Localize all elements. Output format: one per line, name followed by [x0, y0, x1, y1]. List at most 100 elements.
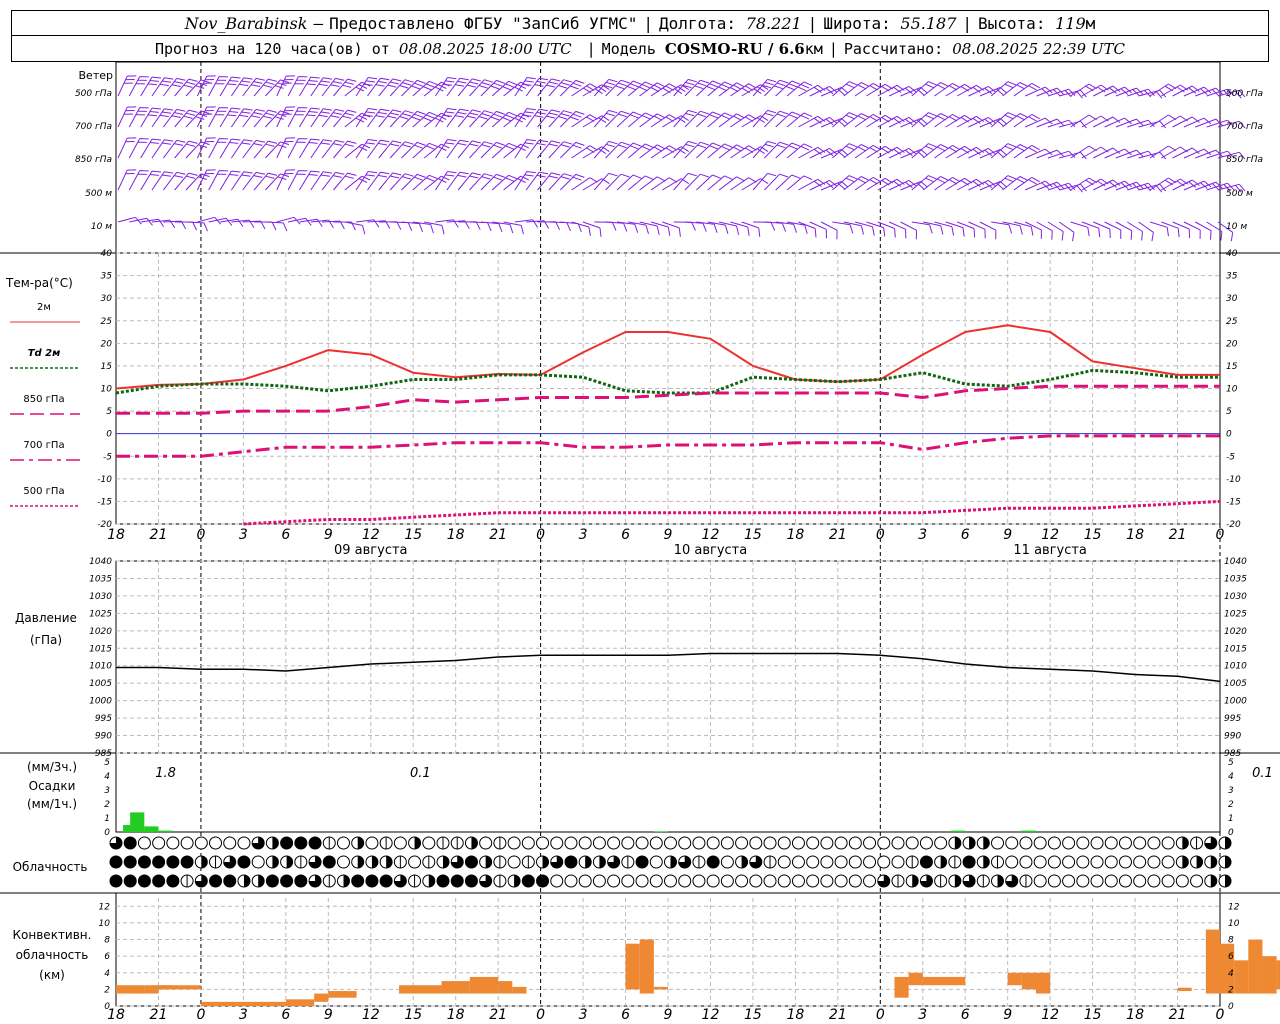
- cloud-symbol-r0: [1076, 836, 1090, 850]
- cloud-symbol-r2-disc: [1147, 874, 1161, 888]
- wind-barb: [185, 110, 210, 128]
- wind-barb: [265, 79, 290, 97]
- cloud-symbol-r2-disc: [848, 874, 862, 888]
- cloud-symbol-r2: [848, 874, 862, 888]
- conv-tick-right: 8: [1228, 936, 1234, 946]
- wind-barb: [662, 221, 681, 237]
- convective-bars: [116, 929, 1280, 1006]
- cloud-symbol-r1: [1218, 855, 1232, 869]
- press-tick-right: 1025: [1224, 609, 1247, 619]
- time-tick-label-bottom: 6: [621, 1007, 630, 1023]
- cloud-title: Облачность: [13, 860, 88, 874]
- wind-barb: [276, 106, 296, 128]
- press-tick-right: 1010: [1224, 662, 1247, 672]
- cloud-symbol-r2: [194, 874, 208, 888]
- cloud-symbol-r1-disc: [919, 855, 933, 869]
- cloud-symbol-r1: [578, 855, 592, 869]
- cloud-symbol-r2-disc: [521, 874, 535, 888]
- cloud-symbol-r0-disc: [777, 836, 791, 850]
- wind-barb: [1047, 221, 1064, 241]
- cloud-symbol-r1-disc: [1033, 855, 1047, 869]
- cloud-symbol-r2: [137, 874, 151, 888]
- cloud-symbol-r0-disc: [607, 836, 621, 850]
- cloud-symbol-r0-disc: [678, 836, 692, 850]
- cloud-symbol-r2-disc: [592, 874, 606, 888]
- temp-tick-left: 10: [101, 385, 113, 395]
- cloud-symbol-r1-disc: [863, 855, 877, 869]
- pressure-unit: (гПа): [30, 633, 62, 647]
- wind-barb: [117, 75, 137, 97]
- cloud-symbol-r2: [649, 874, 663, 888]
- cloud-symbol-r2: [749, 874, 763, 888]
- cloud-symbol-r0: [1218, 836, 1232, 850]
- precip-amount-label: 0.1: [410, 766, 431, 781]
- cloud-symbol-r1-disc: [777, 855, 791, 869]
- press-tick-left: 1010: [89, 662, 112, 672]
- cloud-symbol-r1: [280, 855, 294, 869]
- conv-bar-15: [653, 986, 668, 990]
- cloud-symbol-r2: [863, 874, 877, 888]
- conv-tick-left: 0: [104, 1002, 110, 1012]
- cloud-symbol-r0-mark: [471, 837, 478, 849]
- cloud-symbol-r0-disc: [720, 836, 734, 850]
- cloud-symbol-r1: [777, 855, 791, 869]
- precip-tick-right: 1: [1228, 814, 1234, 824]
- cloud-symbol-r1: [237, 855, 251, 869]
- cloud-symbol-r1-mark: [599, 856, 606, 868]
- cloud-symbol-r0-disc: [763, 836, 777, 850]
- conv-bar-20: [1021, 972, 1036, 990]
- time-tick-label: 9: [324, 527, 333, 543]
- cloud-symbol-r0: [834, 836, 848, 850]
- cloud-symbol-r0: [692, 836, 706, 850]
- cloud-symbol-r2: [820, 874, 834, 888]
- cloud-symbol-r2-mark: [1210, 875, 1217, 887]
- cloud-symbol-r0: [919, 836, 933, 850]
- cloud-symbol-r1-disc: [464, 855, 478, 869]
- time-tick-label-bottom: 0: [536, 1007, 545, 1023]
- wind-barb: [185, 141, 210, 159]
- time-tick-label: 12: [362, 527, 380, 543]
- cloud-symbol-r2: [237, 874, 251, 888]
- cloud-symbol-r0-disc: [891, 836, 905, 850]
- cloud-symbol-r1: [1190, 855, 1204, 869]
- cloud-symbol-r2-disc: [379, 874, 393, 888]
- precip-bar-5: [951, 830, 966, 832]
- press-tick-left: 1020: [89, 627, 112, 637]
- cloud-symbol-r1: [692, 855, 706, 869]
- cloud-symbol-r0: [635, 836, 649, 850]
- cloud-symbol-r1-mark: [357, 856, 364, 868]
- conv-bar-7: [328, 991, 357, 998]
- cloud-symbol-r1-disc: [962, 855, 976, 869]
- time-tick-label: 0: [876, 527, 885, 543]
- cloud-symbol-r0: [962, 836, 976, 850]
- cloud-symbol-r0: [464, 836, 478, 850]
- cloud-symbol-r0: [251, 836, 265, 850]
- cloud-symbol-r1: [1133, 855, 1147, 869]
- conv-title-3: (км): [39, 968, 65, 982]
- wind-barb: [1195, 221, 1212, 240]
- cloud-symbol-r1: [863, 855, 877, 869]
- cloud-symbol-r1: [649, 855, 663, 869]
- date-label: 11 августа: [1013, 543, 1087, 558]
- cloud-symbol-r1-disc: [251, 855, 265, 869]
- conv-bar-23: [1205, 929, 1220, 994]
- date-label: 10 августа: [674, 543, 748, 558]
- cloud-symbol-r0: [564, 836, 578, 850]
- time-tick-label-bottom: 3: [579, 1007, 588, 1023]
- cloud-symbol-r1: [536, 855, 550, 869]
- cloud-symbol-r2: [607, 874, 621, 888]
- conv-bar-28: [1276, 960, 1280, 990]
- cloud-symbol-r2: [635, 874, 649, 888]
- cloud-symbol-r2-disc: [1133, 874, 1147, 888]
- cloud-symbol-r2: [962, 874, 976, 888]
- cloud-symbol-r0: [194, 836, 208, 850]
- wind-barb: [1104, 221, 1122, 239]
- conv-bar-3: [158, 985, 201, 990]
- cloud-symbol-r0-disc: [564, 836, 578, 850]
- temp-tick-left: 35: [101, 272, 113, 282]
- cloud-symbol-r1-disc: [322, 855, 336, 869]
- cloud-symbol-r0-disc: [365, 836, 379, 850]
- precip-unit-3h: (мм/3ч.): [27, 760, 77, 774]
- cloud-symbol-r2: [109, 874, 123, 888]
- wind-barb: [117, 106, 137, 128]
